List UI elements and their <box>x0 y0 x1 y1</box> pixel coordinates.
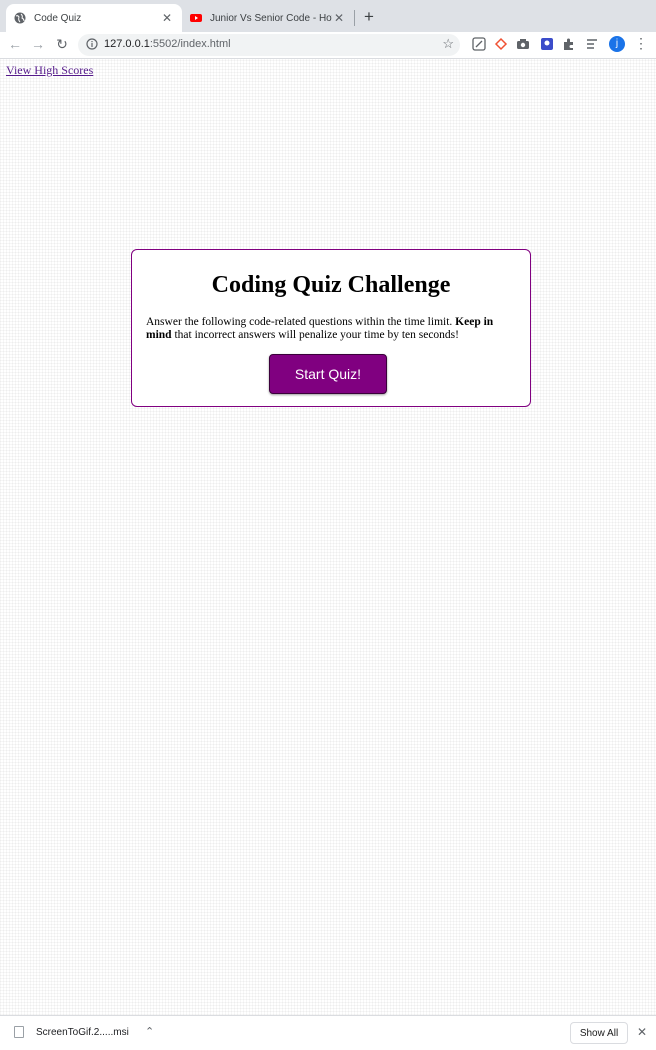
browser-menu-icon[interactable]: ⋮ <box>634 35 648 52</box>
download-file-name[interactable]: ScreenToGif.2.....msi <box>36 1027 129 1038</box>
view-high-scores-link[interactable]: View High Scores <box>6 63 93 78</box>
tab-youtube[interactable]: Junior Vs Senior Code - How T ✕ <box>182 4 354 32</box>
tab-code-quiz[interactable]: Code Quiz ✕ <box>6 4 182 32</box>
extension-git-icon[interactable] <box>494 37 508 51</box>
screenshot-camera-icon[interactable] <box>516 37 530 51</box>
file-icon <box>14 1026 24 1038</box>
profile-avatar[interactable]: j <box>609 36 625 52</box>
extensions-puzzle-icon[interactable] <box>562 37 576 51</box>
download-shelf: ScreenToGif.2.....msi ⌃ Show All ✕ <box>0 1015 656 1050</box>
tab-title: Code Quiz <box>34 12 82 24</box>
show-all-button[interactable]: Show All <box>570 1022 628 1044</box>
extension-shield-icon[interactable] <box>540 37 554 51</box>
tab-title: Junior Vs Senior Code - How T <box>210 12 332 24</box>
new-tab-button[interactable]: + <box>364 7 374 27</box>
tab-separator <box>354 10 355 26</box>
forward-icon[interactable]: → <box>29 35 47 53</box>
tab-close-icon[interactable]: ✕ <box>160 11 174 25</box>
tab-close-icon[interactable]: ✕ <box>332 11 346 25</box>
start-quiz-button[interactable]: Start Quiz! <box>269 354 387 394</box>
page-content: View High Scores Coding Quiz Challenge A… <box>0 59 656 1015</box>
extension-ublock-icon[interactable] <box>472 37 486 51</box>
quiz-intro-card: Coding Quiz Challenge Answer the followi… <box>131 249 531 407</box>
close-icon[interactable]: ✕ <box>637 1025 647 1039</box>
quiz-description: Answer the following code-related questi… <box>146 316 494 341</box>
bookmark-star-icon[interactable]: ☆ <box>442 36 454 52</box>
back-icon[interactable]: ← <box>6 35 24 53</box>
info-icon[interactable] <box>86 38 98 50</box>
reload-icon[interactable]: ↻ <box>53 35 71 53</box>
url-text: 127.0.0.1:5502/index.html <box>104 38 231 50</box>
tab-strip: Code Quiz ✕ Junior Vs Senior Code - How … <box>0 0 656 32</box>
chevron-up-icon[interactable]: ⌃ <box>145 1025 154 1038</box>
page-title: Coding Quiz Challenge <box>211 272 451 298</box>
browser-toolbar: ← → ↻ 127.0.0.1:5502/index.html ☆ j ⋮ <box>0 32 656 59</box>
reading-list-icon[interactable] <box>586 37 600 51</box>
youtube-icon <box>190 14 202 22</box>
globe-icon <box>14 12 26 24</box>
address-bar[interactable]: 127.0.0.1:5502/index.html ☆ <box>78 34 460 56</box>
